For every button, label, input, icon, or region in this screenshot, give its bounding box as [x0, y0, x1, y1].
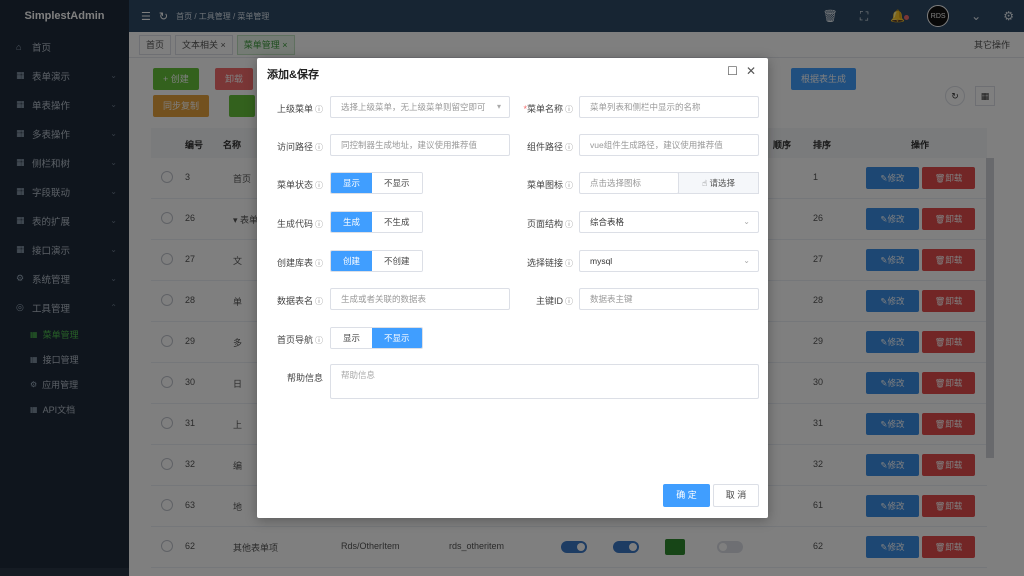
menu-icon-input[interactable]: 点击选择图标: [579, 172, 679, 194]
help-info-label: 帮助信息: [286, 373, 323, 383]
table-name-input[interactable]: 生成或者关联的数据表: [330, 288, 510, 310]
help-icon: ⓘ: [565, 105, 573, 114]
home-nav-show[interactable]: 显示: [331, 328, 373, 348]
create-table-yes[interactable]: 创建: [331, 251, 373, 271]
menu-icon-label: 菜单图标 ⓘ: [526, 180, 573, 190]
maximize-icon[interactable]: ☐: [727, 64, 738, 78]
menu-status-label: 菜单状态 ⓘ: [276, 180, 323, 190]
cancel-button[interactable]: 取 消: [713, 484, 759, 507]
help-icon: ⓘ: [315, 297, 323, 306]
menu-status-hide[interactable]: 不显示: [372, 173, 422, 193]
help-icon: ⓘ: [565, 143, 573, 152]
menu-name-label: *菜单名称 ⓘ: [523, 104, 573, 114]
chevron-down-icon: ⌄: [743, 217, 750, 226]
page-struct-select[interactable]: 综合表格 ⌄: [579, 211, 759, 233]
help-icon: ⓘ: [315, 181, 323, 190]
menu-status-toggle: 显示 不显示: [330, 172, 423, 194]
dialog-title: 添加&保存: [267, 69, 319, 81]
gen-code-yes[interactable]: 生成: [331, 212, 373, 232]
home-nav-label: 首页导航 ⓘ: [276, 335, 323, 345]
create-table-toggle: 创建 不创建: [330, 250, 423, 272]
access-path-input[interactable]: 同控制器生成地址，建议使用推荐值: [330, 134, 510, 156]
close-icon[interactable]: ✕: [746, 64, 756, 78]
parent-menu-select[interactable]: 选择上级菜单，无上级菜单则留空即可 ▾: [330, 96, 510, 118]
app: SimplestAdmin ⌂首页 ▦表单演示⌄ ▦单表操作⌄ ▦多表操作⌄ ▦…: [0, 0, 1024, 576]
component-path-input[interactable]: vue组件生成路径，建议使用推荐值: [579, 134, 759, 156]
gen-code-toggle: 生成 不生成: [330, 211, 423, 233]
help-icon: ⓘ: [565, 220, 573, 229]
add-save-dialog: 添加&保存 ☐ ✕ 上级菜单 ⓘ 选择上级菜单，无上级菜单则留空即可 ▾ *菜单名称 ⓘ…: [257, 58, 768, 518]
parent-menu-label: 上级菜单 ⓘ: [276, 104, 323, 114]
gen-code-no[interactable]: 不生成: [372, 212, 422, 232]
primary-key-label: 主键ID ⓘ: [535, 296, 573, 306]
home-nav-toggle: 显示 不显示: [330, 327, 423, 349]
primary-key-input[interactable]: 数据表主键: [579, 288, 759, 310]
help-icon: ⓘ: [315, 105, 323, 114]
create-table-label: 创建库表 ⓘ: [276, 258, 323, 268]
table-name-label: 数据表名 ⓘ: [276, 296, 323, 306]
menu-status-show[interactable]: 显示: [331, 173, 373, 193]
gen-code-label: 生成代码 ⓘ: [276, 219, 323, 229]
help-icon: ⓘ: [565, 181, 573, 190]
access-path-label: 访问路径 ⓘ: [276, 142, 323, 152]
component-path-label: 组件路径 ⓘ: [526, 142, 573, 152]
caret-down-icon: ▾: [496, 102, 501, 111]
menu-name-input[interactable]: 菜单列表和侧栏中显示的名称: [579, 96, 759, 118]
help-icon: ⓘ: [315, 220, 323, 229]
help-icon: ⓘ: [315, 143, 323, 152]
chevron-down-icon: ⌄: [743, 256, 750, 265]
help-icon: ⓘ: [565, 259, 573, 268]
help-info-textarea[interactable]: 帮助信息: [330, 364, 759, 399]
confirm-button[interactable]: 确 定: [663, 484, 710, 507]
page-struct-label: 页面结构 ⓘ: [526, 219, 573, 229]
select-link-label: 选择链接 ⓘ: [526, 258, 573, 268]
help-icon: ⓘ: [315, 259, 323, 268]
create-table-no[interactable]: 不创建: [372, 251, 422, 271]
hand-icon: ☝: [701, 178, 710, 188]
dialog-controls: ☐ ✕: [719, 64, 756, 78]
home-nav-hide[interactable]: 不显示: [372, 328, 422, 348]
help-icon: ⓘ: [565, 297, 573, 306]
choose-icon-button[interactable]: ☝ 请选择: [678, 172, 759, 194]
select-link-select[interactable]: mysql ⌄: [579, 250, 759, 272]
help-icon: ⓘ: [315, 336, 323, 345]
